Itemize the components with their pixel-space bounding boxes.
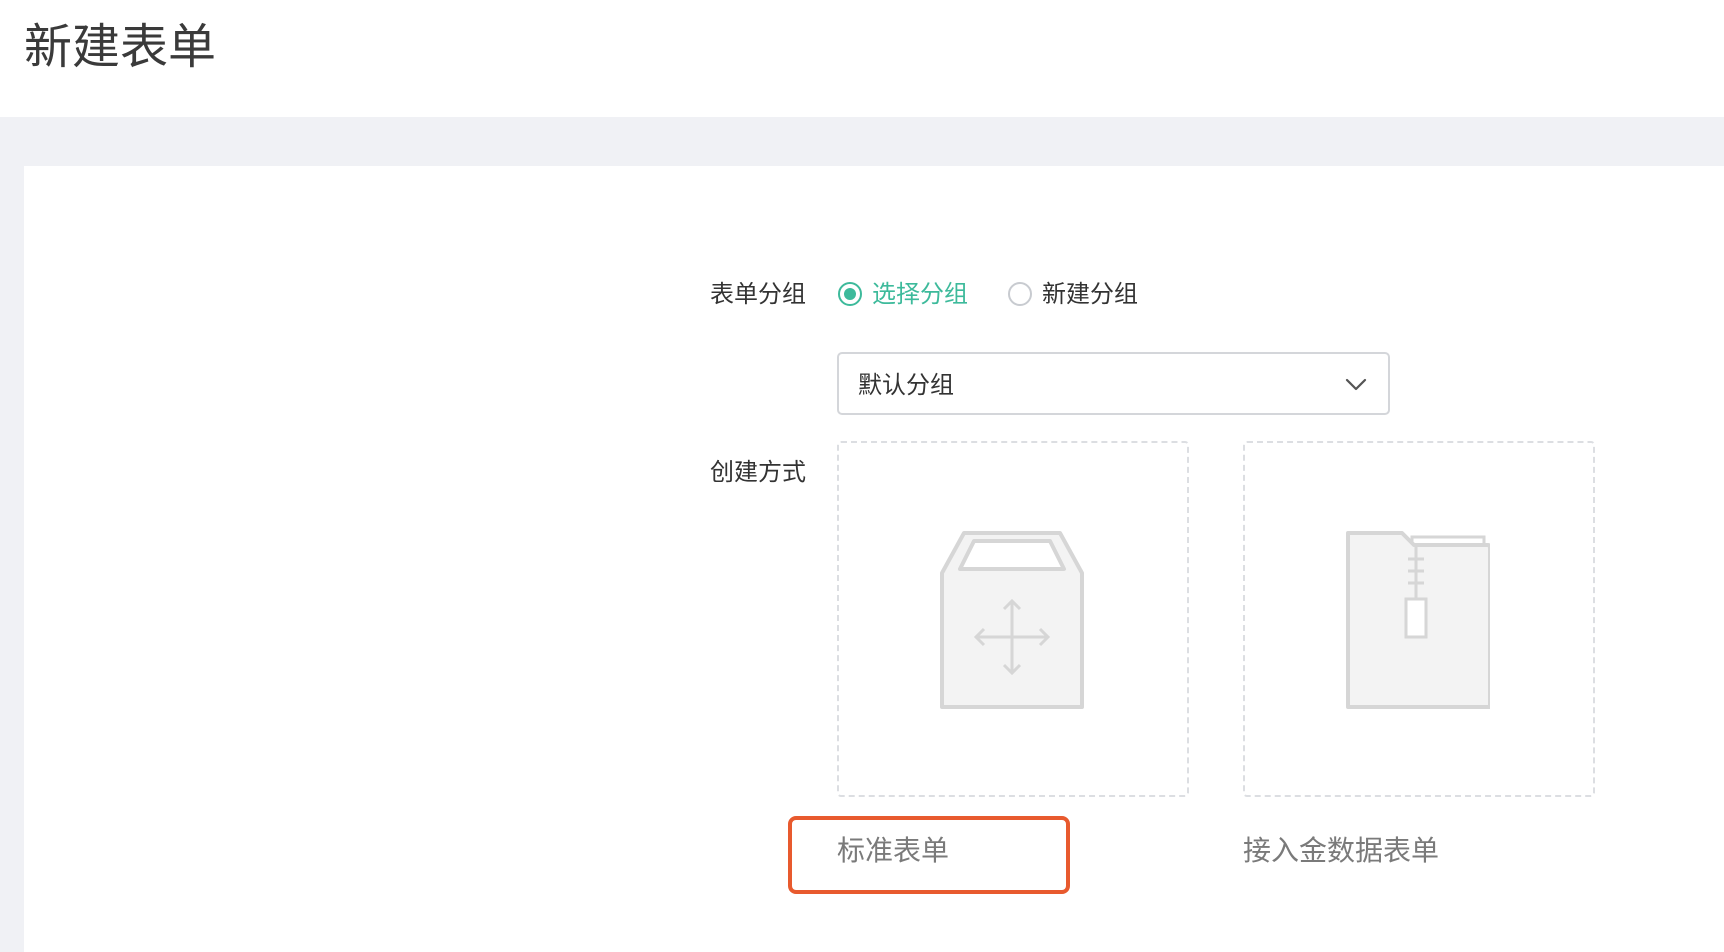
radio-checked-icon[interactable]	[838, 282, 862, 306]
group-select-value: 默认分组	[858, 371, 954, 399]
radio-new-group-label: 新建分组	[1042, 280, 1138, 308]
standard-form-label[interactable]: 标准表单	[837, 831, 949, 871]
radio-select-group[interactable]: 选择分组	[838, 277, 968, 311]
zip-file-icon	[1346, 531, 1490, 709]
group-label: 表单分组	[710, 280, 806, 308]
radio-unchecked-icon[interactable]	[1008, 282, 1032, 306]
jinshuju-form-label[interactable]: 接入金数据表单	[1243, 831, 1439, 871]
box-move-icon	[940, 531, 1084, 709]
page-title: 新建表单	[24, 19, 217, 75]
page-header: 新建表单	[0, 0, 1724, 117]
page: 新建表单 表单分组 选择分组 新建分组 默认分组 创建方式 标准表单 接入金数据…	[0, 0, 1724, 952]
standard-form-card[interactable]	[837, 441, 1189, 797]
chevron-down-icon	[1345, 378, 1367, 391]
radio-select-group-label: 选择分组	[872, 280, 968, 308]
radio-new-group[interactable]: 新建分组	[1008, 277, 1138, 311]
jinshuju-form-card[interactable]	[1243, 441, 1595, 797]
group-select[interactable]: 默认分组	[837, 352, 1390, 415]
method-label: 创建方式	[710, 458, 806, 486]
